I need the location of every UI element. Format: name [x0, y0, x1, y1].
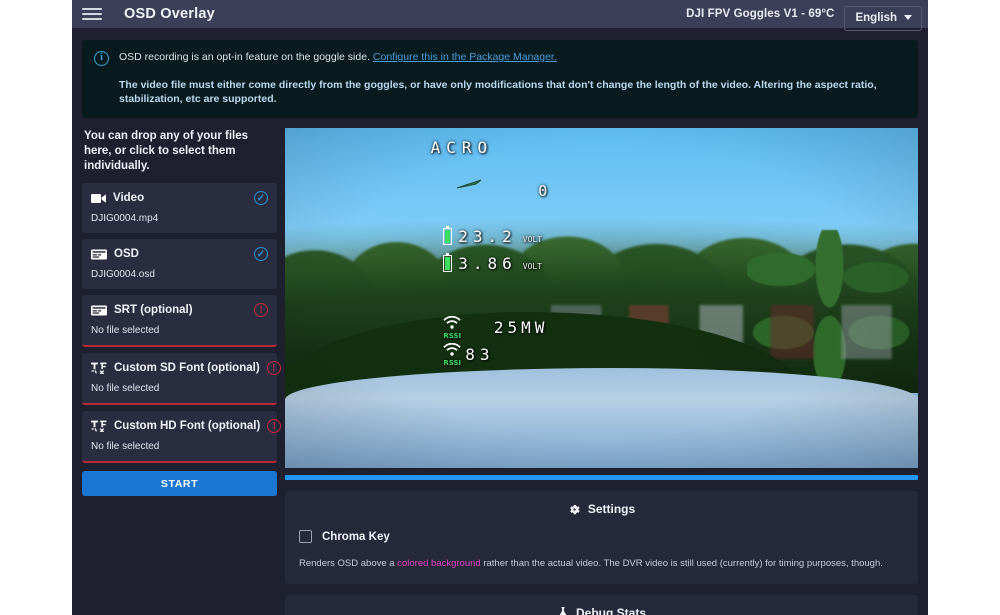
- debug-stats-header[interactable]: Debug Stats: [295, 606, 908, 615]
- chroma-key-label: Chroma Key: [322, 530, 390, 543]
- font-file-icon: [91, 362, 107, 374]
- package-manager-link[interactable]: Configure this in the Package Manager.: [373, 51, 557, 63]
- file-label: SRT (optional): [114, 304, 193, 316]
- scene-vignette: [285, 128, 918, 468]
- flask-icon: [559, 607, 567, 615]
- srt-file-icon: [91, 305, 107, 315]
- file-label: OSD: [114, 248, 139, 260]
- debug-stats-panel: Debug Stats: [285, 595, 918, 615]
- status-ok-icon: ✓: [254, 247, 268, 261]
- language-select-value: English: [855, 11, 897, 24]
- file-label: Video: [113, 192, 145, 204]
- file-card-osd[interactable]: OSD ✓ DJIG0004.osd: [82, 239, 277, 289]
- file-card-video[interactable]: Video ✓ DJIG0004.mp4: [82, 183, 277, 233]
- video-seek-bar[interactable]: [285, 475, 918, 480]
- file-card-header: Custom HD Font (optional) !: [91, 419, 282, 433]
- status-error-icon: !: [266, 361, 281, 375]
- settings-panel-header[interactable]: Settings: [295, 502, 908, 527]
- debug-stats-title: Debug Stats: [575, 606, 646, 615]
- file-card-srt[interactable]: SRT (optional) ! No file selected: [82, 295, 277, 347]
- gear-icon: [569, 504, 580, 514]
- info-circle-icon: i: [94, 51, 109, 66]
- video-camera-icon: [91, 193, 106, 203]
- chroma-key-description: Renders OSD above a colored background r…: [295, 557, 908, 571]
- file-sidebar: You can drop any of your files here, or …: [82, 128, 282, 496]
- file-card-header: Video ✓: [91, 191, 268, 205]
- language-select[interactable]: English: [844, 5, 922, 31]
- file-card-custom-sd-font[interactable]: Custom SD Font (optional) ! No file sele…: [82, 353, 281, 405]
- main-content: You can drop any of your files here, or …: [72, 118, 928, 615]
- font-file-icon: [91, 420, 107, 432]
- chroma-key-checkbox[interactable]: [299, 530, 312, 543]
- drop-zone-hint[interactable]: You can drop any of your files here, or …: [82, 128, 277, 183]
- file-value: DJIG0004.osd: [91, 269, 155, 280]
- video-preview[interactable]: ACRO 0 23.2 VOLT 3.86 VOLT RSSI 25MW RSS…: [285, 128, 918, 468]
- info-banner-line2: The video file must either come directly…: [119, 79, 877, 105]
- page-title: OSD Overlay: [124, 6, 215, 22]
- chevron-down-icon: [904, 15, 912, 20]
- start-button[interactable]: START: [82, 471, 277, 496]
- file-label: Custom SD Font (optional): [114, 362, 260, 374]
- chroma-key-desc-highlight: colored background: [397, 558, 481, 569]
- file-card-custom-hd-font[interactable]: Custom HD Font (optional) ! No file sele…: [82, 411, 282, 463]
- info-banner-body: OSD recording is an opt-in feature on th…: [119, 50, 906, 106]
- osd-file-icon: [91, 249, 107, 259]
- hamburger-menu-icon[interactable]: [82, 6, 102, 22]
- status-error-icon: !: [267, 419, 282, 433]
- file-value: No file selected: [91, 441, 160, 452]
- info-banner: i OSD recording is an opt-in feature on …: [82, 40, 918, 118]
- header-right-group: DJI FPV Goggles V1 - 69°C English: [686, 2, 928, 31]
- chroma-key-desc-pre: Renders OSD above a: [299, 558, 398, 569]
- info-banner-line1: OSD recording is an opt-in feature on th…: [119, 50, 906, 64]
- info-banner-text: OSD recording is an opt-in feature on th…: [119, 51, 373, 63]
- file-value: No file selected: [91, 383, 160, 394]
- status-error-icon: !: [254, 303, 268, 317]
- settings-panel: Settings Chroma Key Renders OSD above a …: [285, 491, 918, 584]
- app-window: OSD Overlay DJI FPV Goggles V1 - 69°C En…: [72, 0, 928, 615]
- chroma-key-row[interactable]: Chroma Key: [295, 527, 908, 543]
- file-card-header: Custom SD Font (optional) !: [91, 361, 281, 375]
- file-label: Custom HD Font (optional): [114, 420, 261, 432]
- settings-title: Settings: [587, 502, 636, 516]
- file-value: DJIG0004.mp4: [91, 213, 159, 224]
- goggles-status: DJI FPV Goggles V1 - 69°C: [686, 8, 835, 20]
- status-ok-icon: ✓: [254, 191, 268, 205]
- file-value: No file selected: [91, 325, 160, 336]
- file-card-header: SRT (optional) !: [91, 303, 268, 317]
- chroma-key-desc-post: rather than the actual video. The DVR vi…: [480, 558, 883, 569]
- app-header: OSD Overlay DJI FPV Goggles V1 - 69°C En…: [72, 0, 928, 31]
- preview-column: ACRO 0 23.2 VOLT 3.86 VOLT RSSI 25MW RSS…: [285, 128, 918, 615]
- file-card-header: OSD ✓: [91, 247, 268, 261]
